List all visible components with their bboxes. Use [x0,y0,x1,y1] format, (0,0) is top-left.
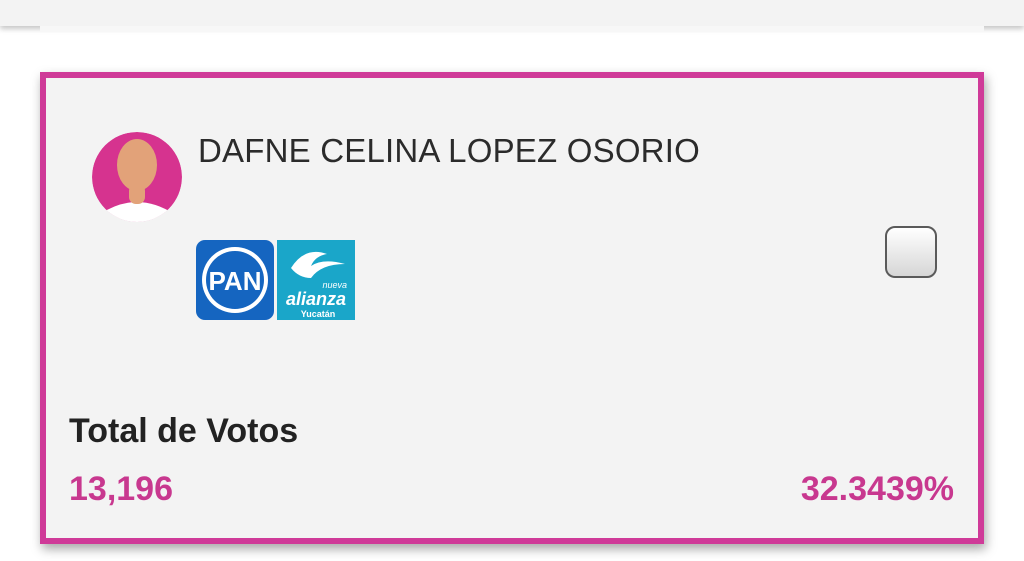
pan-party-logo: PAN [196,240,274,320]
select-candidate-checkbox[interactable] [885,226,937,278]
party-logos: PAN nueva alianza Yucatán [196,240,355,320]
previous-card-edge [40,26,984,32]
vote-percentage: 32.3439% [800,470,954,508]
female-person-avatar-icon [92,132,182,222]
pan-label: PAN [209,266,262,296]
yucatan-label: Yucatán [301,309,336,319]
candidate-card[interactable]: DAFNE CELINA LOPEZ OSORIO PAN nueva alia… [40,72,984,544]
previous-candidate-card [0,0,1024,26]
total-votes-label: Total de Votos [69,412,299,450]
nueva-alianza-party-logo: nueva alianza Yucatán [277,240,355,320]
alianza-label: alianza [286,289,346,309]
total-votes-count: 13,196 [69,470,173,508]
candidate-name: DAFNE CELINA LOPEZ OSORIO [198,132,700,169]
